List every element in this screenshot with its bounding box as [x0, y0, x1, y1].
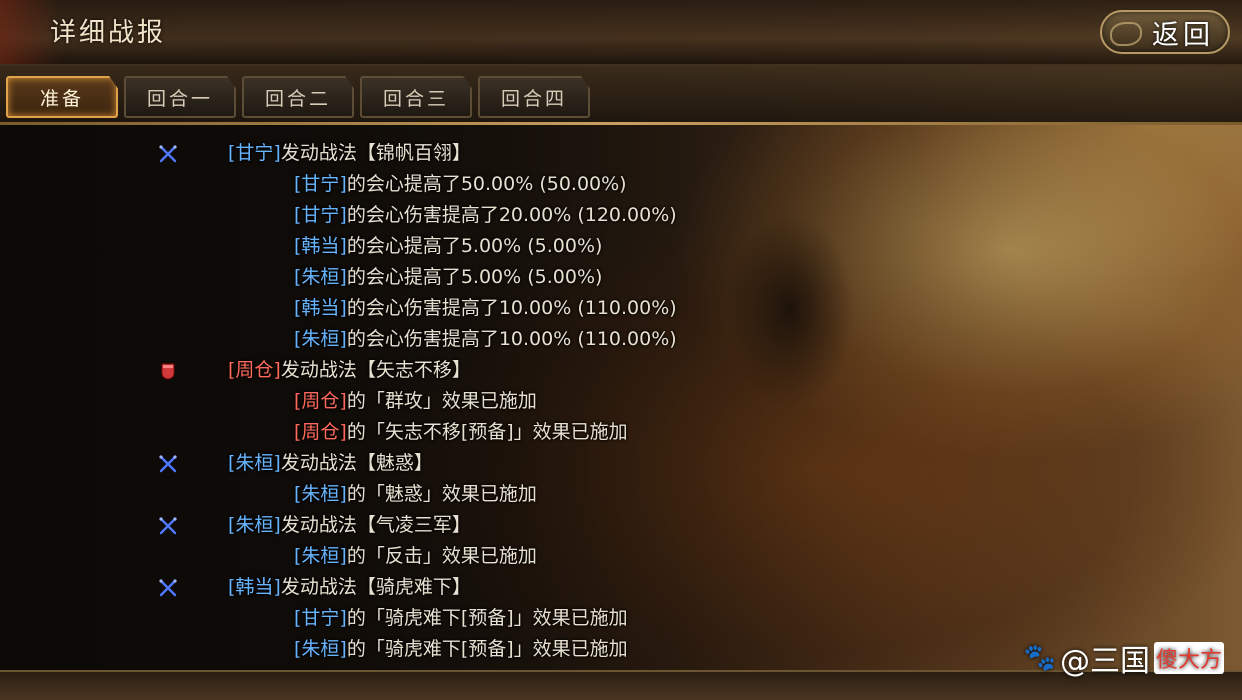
sword-icon [159, 455, 177, 473]
log-skill-line: [朱桓]发动战法【魅惑】 [228, 448, 433, 478]
log-text: 的「矢志不移[预备]」效果已施加 [346, 421, 628, 443]
log-text: 的会心提高了5.00% (5.00%) [346, 235, 603, 257]
page-title: 详细战报 [50, 18, 167, 48]
general-name: [韩当] [294, 235, 347, 257]
general-name: [朱桓] [294, 266, 347, 288]
shield-icon [161, 363, 175, 380]
log-text: 的「骑虎难下[预备]」效果已施加 [346, 607, 628, 629]
log-text: 的「魅惑」效果已施加 [346, 483, 537, 505]
general-name: [朱桓] [294, 545, 347, 567]
log-text: 发动战法【矢志不移】 [280, 359, 471, 381]
log-text: 的「骑虎难下[预备]」效果已施加 [346, 638, 628, 660]
log-text: 的「群攻」效果已施加 [346, 390, 537, 412]
general-name: [朱桓] [228, 514, 281, 536]
watermark: 🐾 @三国 傻大方 [1024, 636, 1224, 680]
paw-icon: 🐾 [1023, 643, 1056, 673]
watermark-accent: 傻大方 [1153, 642, 1224, 674]
log-effect-line: [甘宁]的会心伤害提高了20.00% (120.00%) [294, 200, 677, 230]
general-name: [周仓] [294, 390, 347, 412]
log-skill-line: [朱桓]发动战法【气凌三军】 [228, 510, 471, 540]
log-effect-line: [朱桓]的「魅惑」效果已施加 [294, 479, 537, 509]
tab-round-3[interactable]: 回合三 [360, 76, 472, 118]
log-text: 的「反击」效果已施加 [346, 545, 537, 567]
log-effect-line: [朱桓]的「骑虎难下[预备]」效果已施加 [294, 634, 628, 664]
ornament-icon [1110, 22, 1142, 46]
tab-round-4[interactable]: 回合四 [478, 76, 590, 118]
log-effect-line: [朱桓]的会心提高了5.00% (5.00%) [294, 262, 602, 292]
general-name: [周仓] [294, 421, 347, 443]
log-effect-line: [周仓]的「矢志不移[预备]」效果已施加 [294, 417, 628, 447]
log-text: 的会心提高了5.00% (5.00%) [346, 266, 603, 288]
sword-icon [159, 517, 177, 535]
log-effect-line: [甘宁]的「骑虎难下[预备]」效果已施加 [294, 603, 628, 633]
tab-prepare[interactable]: 准备 [6, 76, 118, 118]
log-text: 的会心伤害提高了20.00% (120.00%) [346, 204, 677, 226]
log-effect-line: [周仓]的「群攻」效果已施加 [294, 386, 537, 416]
watermark-prefix: @三国 [1059, 644, 1150, 679]
general-name: [周仓] [228, 359, 281, 381]
log-text: 发动战法【锦帆百翎】 [280, 142, 471, 164]
log-text: 发动战法【魅惑】 [280, 452, 433, 474]
sword-icon [159, 579, 177, 597]
general-name: [甘宁] [294, 173, 347, 195]
general-name: [甘宁] [228, 142, 281, 164]
tab-round-2[interactable]: 回合二 [242, 76, 354, 118]
log-effect-line: [朱桓]的「反击」效果已施加 [294, 541, 537, 571]
log-skill-line: [韩当]发动战法【骑虎难下】 [228, 572, 471, 602]
general-name: [韩当] [228, 576, 281, 598]
log-text: 的会心伤害提高了10.00% (110.00%) [346, 328, 677, 350]
sword-icon [159, 145, 177, 163]
back-button[interactable]: 返回 [1100, 10, 1230, 54]
tab-round-1[interactable]: 回合一 [124, 76, 236, 118]
general-name: [朱桓] [294, 638, 347, 660]
general-name: [朱桓] [294, 483, 347, 505]
general-name: [甘宁] [294, 607, 347, 629]
log-effect-line: [甘宁]的会心提高了50.00% (50.00%) [294, 169, 627, 199]
log-skill-line: [甘宁]发动战法【锦帆百翎】 [228, 138, 471, 168]
top-bar: 详细战报 返回 [0, 0, 1242, 66]
log-text: 发动战法【气凌三军】 [280, 514, 471, 536]
general-name: [韩当] [294, 297, 347, 319]
general-name: [甘宁] [294, 204, 347, 226]
back-button-label: 返回 [1152, 19, 1214, 51]
log-text: 的会心提高了50.00% (50.00%) [346, 173, 627, 195]
log-skill-line: [周仓]发动战法【矢志不移】 [228, 355, 471, 385]
log-text: 的会心伤害提高了10.00% (110.00%) [346, 297, 677, 319]
log-effect-line: [朱桓]的会心伤害提高了10.00% (110.00%) [294, 324, 677, 354]
log-text: 发动战法【骑虎难下】 [280, 576, 471, 598]
log-effect-line: [韩当]的会心伤害提高了10.00% (110.00%) [294, 293, 677, 323]
general-name: [朱桓] [294, 328, 347, 350]
general-name: [朱桓] [228, 452, 281, 474]
round-tabs: 准备 回合一 回合二 回合三 回合四 [6, 76, 590, 118]
log-effect-line: [韩当]的会心提高了5.00% (5.00%) [294, 231, 602, 261]
